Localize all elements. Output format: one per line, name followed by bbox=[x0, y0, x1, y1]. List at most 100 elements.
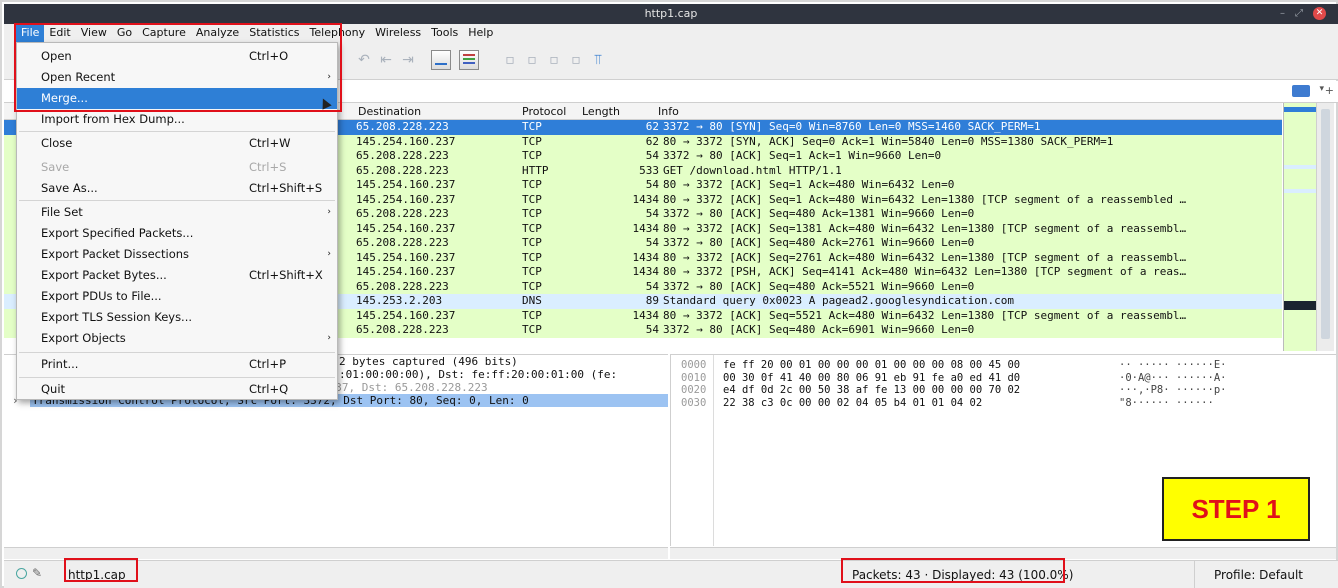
bytes-hex[interactable]: e4 df 0d 2c 00 50 38 af fe 13 00 00 00 0… bbox=[723, 384, 1020, 397]
packet-info: 3372 → 80 [ACK] Seq=1 Ack=1 Win=9660 Len… bbox=[663, 149, 942, 162]
menu-item-label: Import from Hex Dump... bbox=[41, 112, 185, 126]
bytes-offset[interactable]: 0030 bbox=[681, 397, 706, 410]
zoom-reset-icon[interactable]: ▫ bbox=[544, 50, 564, 70]
close-icon[interactable]: ✕ bbox=[1313, 7, 1326, 20]
edit-comment-icon[interactable]: ✎ bbox=[32, 566, 42, 580]
packet-length: 1434 bbox=[632, 192, 660, 206]
colorize-icon[interactable] bbox=[459, 50, 479, 70]
packet-info: GET /download.html HTTP/1.1 bbox=[663, 163, 842, 177]
file-menu-export-packet-dissections[interactable]: Export Packet Dissections › bbox=[17, 244, 337, 265]
bytes-offset[interactable]: 0020 bbox=[681, 384, 706, 397]
packet-dst: 65.208.228.223 bbox=[356, 236, 449, 249]
go-next-icon[interactable]: ⇥ bbox=[398, 50, 418, 70]
status-bar: ✎ http1.cap Packets: 43 · Displayed: 43 … bbox=[4, 560, 1338, 588]
file-menu-quit[interactable]: Quit Ctrl+Q bbox=[17, 379, 337, 400]
autoscroll-icon[interactable] bbox=[431, 50, 451, 70]
file-menu-export-specified-packets[interactable]: Export Specified Packets... bbox=[17, 223, 337, 244]
packet-length: 62 bbox=[645, 134, 659, 148]
add-filter-icon[interactable]: + bbox=[1325, 84, 1334, 97]
go-back-icon[interactable]: ↶ bbox=[354, 50, 374, 70]
packet-dst: 65.208.228.223 bbox=[356, 149, 449, 162]
packet-dst: 145.254.160.237 bbox=[356, 250, 456, 264]
col-length[interactable]: Length bbox=[582, 105, 620, 118]
status-profile[interactable]: Profile: Default bbox=[1214, 568, 1303, 582]
expand-columns-icon[interactable]: ⫪ bbox=[588, 50, 608, 70]
menu-item-label: Print... bbox=[41, 357, 79, 371]
bytes-offset[interactable]: 0000 bbox=[681, 359, 706, 372]
submenu-arrow-icon: › bbox=[327, 207, 331, 217]
file-menu-save-as[interactable]: Save As... Ctrl+Shift+S bbox=[17, 178, 337, 199]
packet-length: 54 bbox=[645, 236, 659, 249]
packet-dst: 145.254.160.237 bbox=[356, 178, 456, 191]
packet-protocol: TCP bbox=[522, 149, 542, 162]
annotation-filename-box bbox=[64, 558, 138, 582]
packet-dst: 145.253.2.203 bbox=[356, 294, 443, 307]
packet-info: 80 → 3372 [ACK] Seq=5521 Ack=480 Win=643… bbox=[663, 308, 1187, 322]
file-menu-save[interactable]: Save Ctrl+S bbox=[17, 157, 337, 178]
packet-length: 89 bbox=[645, 294, 659, 307]
bytes-ascii[interactable]: ·0·A@··· ······A· bbox=[1119, 372, 1226, 385]
expert-info-icon[interactable] bbox=[16, 568, 27, 579]
packet-dst: 145.254.160.237 bbox=[356, 308, 456, 322]
step-label: STEP 1 bbox=[1162, 477, 1310, 541]
menu-item-label: Export PDUs to File... bbox=[41, 289, 162, 303]
file-menu-print[interactable]: Print... Ctrl+P bbox=[17, 354, 337, 375]
bytes-hex[interactable]: 00 30 0f 41 40 00 80 06 91 eb 91 fe a0 e… bbox=[723, 372, 1020, 385]
zoom-out-icon[interactable]: ▫ bbox=[522, 50, 542, 70]
zoom-in-icon[interactable]: ▫ bbox=[500, 50, 520, 70]
packet-length: 1434 bbox=[632, 308, 660, 322]
filter-bookmark-icon[interactable] bbox=[1292, 85, 1310, 97]
packet-length: 62 bbox=[645, 120, 659, 133]
menu-item-shortcut: Ctrl+Q bbox=[249, 382, 289, 396]
col-protocol[interactable]: Protocol bbox=[522, 105, 566, 118]
menu-item-shortcut: Ctrl+W bbox=[249, 136, 291, 150]
bytes-hex[interactable]: 22 38 c3 0c 00 00 02 04 05 b4 01 01 04 0… bbox=[723, 397, 982, 410]
packet-protocol: TCP bbox=[522, 279, 542, 293]
packet-info: 80 → 3372 [ACK] Seq=1381 Ack=480 Win=643… bbox=[663, 221, 1187, 235]
go-first-icon[interactable]: ⇤ bbox=[376, 50, 396, 70]
packet-info: 80 → 3372 [ACK] Seq=2761 Ack=480 Win=643… bbox=[663, 250, 1187, 264]
file-menu-export-pdus-to-file[interactable]: Export PDUs to File... bbox=[17, 286, 337, 307]
file-menu-close[interactable]: Close Ctrl+W bbox=[17, 133, 337, 154]
packet-info: 3372 → 80 [ACK] Seq=480 Ack=6901 Win=966… bbox=[663, 323, 975, 336]
file-menu-file-set[interactable]: File Set › bbox=[17, 202, 337, 223]
minimize-icon[interactable]: – bbox=[1280, 8, 1285, 19]
packet-length: 54 bbox=[645, 149, 659, 162]
file-menu-export-packet-bytes[interactable]: Export Packet Bytes... Ctrl+Shift+X bbox=[17, 265, 337, 286]
file-menu-import-from-hex-dump[interactable]: Import from Hex Dump... bbox=[17, 109, 337, 130]
packet-protocol: TCP bbox=[522, 236, 542, 249]
col-info[interactable]: Info bbox=[658, 105, 679, 118]
bytes-hex[interactable]: fe ff 20 00 01 00 00 00 01 00 00 00 08 0… bbox=[723, 359, 1020, 372]
packet-minimap[interactable] bbox=[1283, 103, 1317, 351]
packet-dst: 65.208.228.223 bbox=[356, 279, 449, 293]
menu-help[interactable]: Help bbox=[463, 24, 498, 42]
packet-dst: 65.208.228.223 bbox=[356, 163, 449, 177]
packet-dst: 145.254.160.237 bbox=[356, 221, 456, 235]
packet-info: 3372 → 80 [ACK] Seq=480 Ack=2761 Win=966… bbox=[663, 236, 975, 249]
file-menu-export-objects[interactable]: Export Objects › bbox=[17, 328, 337, 349]
bytes-offset[interactable]: 0010 bbox=[681, 372, 706, 385]
packet-list-scrollbar[interactable] bbox=[1316, 103, 1334, 351]
bytes-ascii[interactable]: ···,·P8· ······p· bbox=[1119, 384, 1226, 397]
bytes-ascii[interactable]: ·· ····· ······E· bbox=[1119, 359, 1226, 372]
bytes-ascii[interactable]: "8······ ······ bbox=[1119, 397, 1214, 410]
chevron-down-icon[interactable]: ▾ bbox=[1319, 84, 1324, 94]
menu-item-label: Save bbox=[41, 160, 70, 174]
menu-item-label: File Set bbox=[41, 205, 83, 219]
file-menu-export-tls-session-keys[interactable]: Export TLS Session Keys... bbox=[17, 307, 337, 328]
col-destination[interactable]: Destination bbox=[358, 105, 421, 118]
resize-columns-icon[interactable]: ▫ bbox=[566, 50, 586, 70]
maximize-icon[interactable]: ⤢ bbox=[1295, 8, 1303, 19]
packet-info: 3372 → 80 [SYN] Seq=0 Win=8760 Len=0 MSS… bbox=[663, 120, 1041, 133]
menu-item-shortcut: Ctrl+Shift+X bbox=[249, 268, 323, 282]
packet-protocol: TCP bbox=[522, 265, 542, 278]
detail-text: :01:00:00:00), Dst: fe:ff:20:00:01:00 (f… bbox=[339, 368, 618, 381]
wireshark-window: http1.cap – ⤢ ✕ File Edit View Go Capture Ana… bbox=[0, 0, 1338, 588]
packet-protocol: DNS bbox=[522, 294, 542, 307]
menu-tools[interactable]: Tools bbox=[426, 24, 463, 42]
packet-protocol: TCP bbox=[522, 207, 542, 220]
packet-length: 1434 bbox=[632, 265, 660, 278]
packet-dst: 65.208.228.223 bbox=[356, 207, 449, 220]
menu-wireless[interactable]: Wireless bbox=[370, 24, 426, 42]
menu-item-label: Export Specified Packets... bbox=[41, 226, 194, 240]
